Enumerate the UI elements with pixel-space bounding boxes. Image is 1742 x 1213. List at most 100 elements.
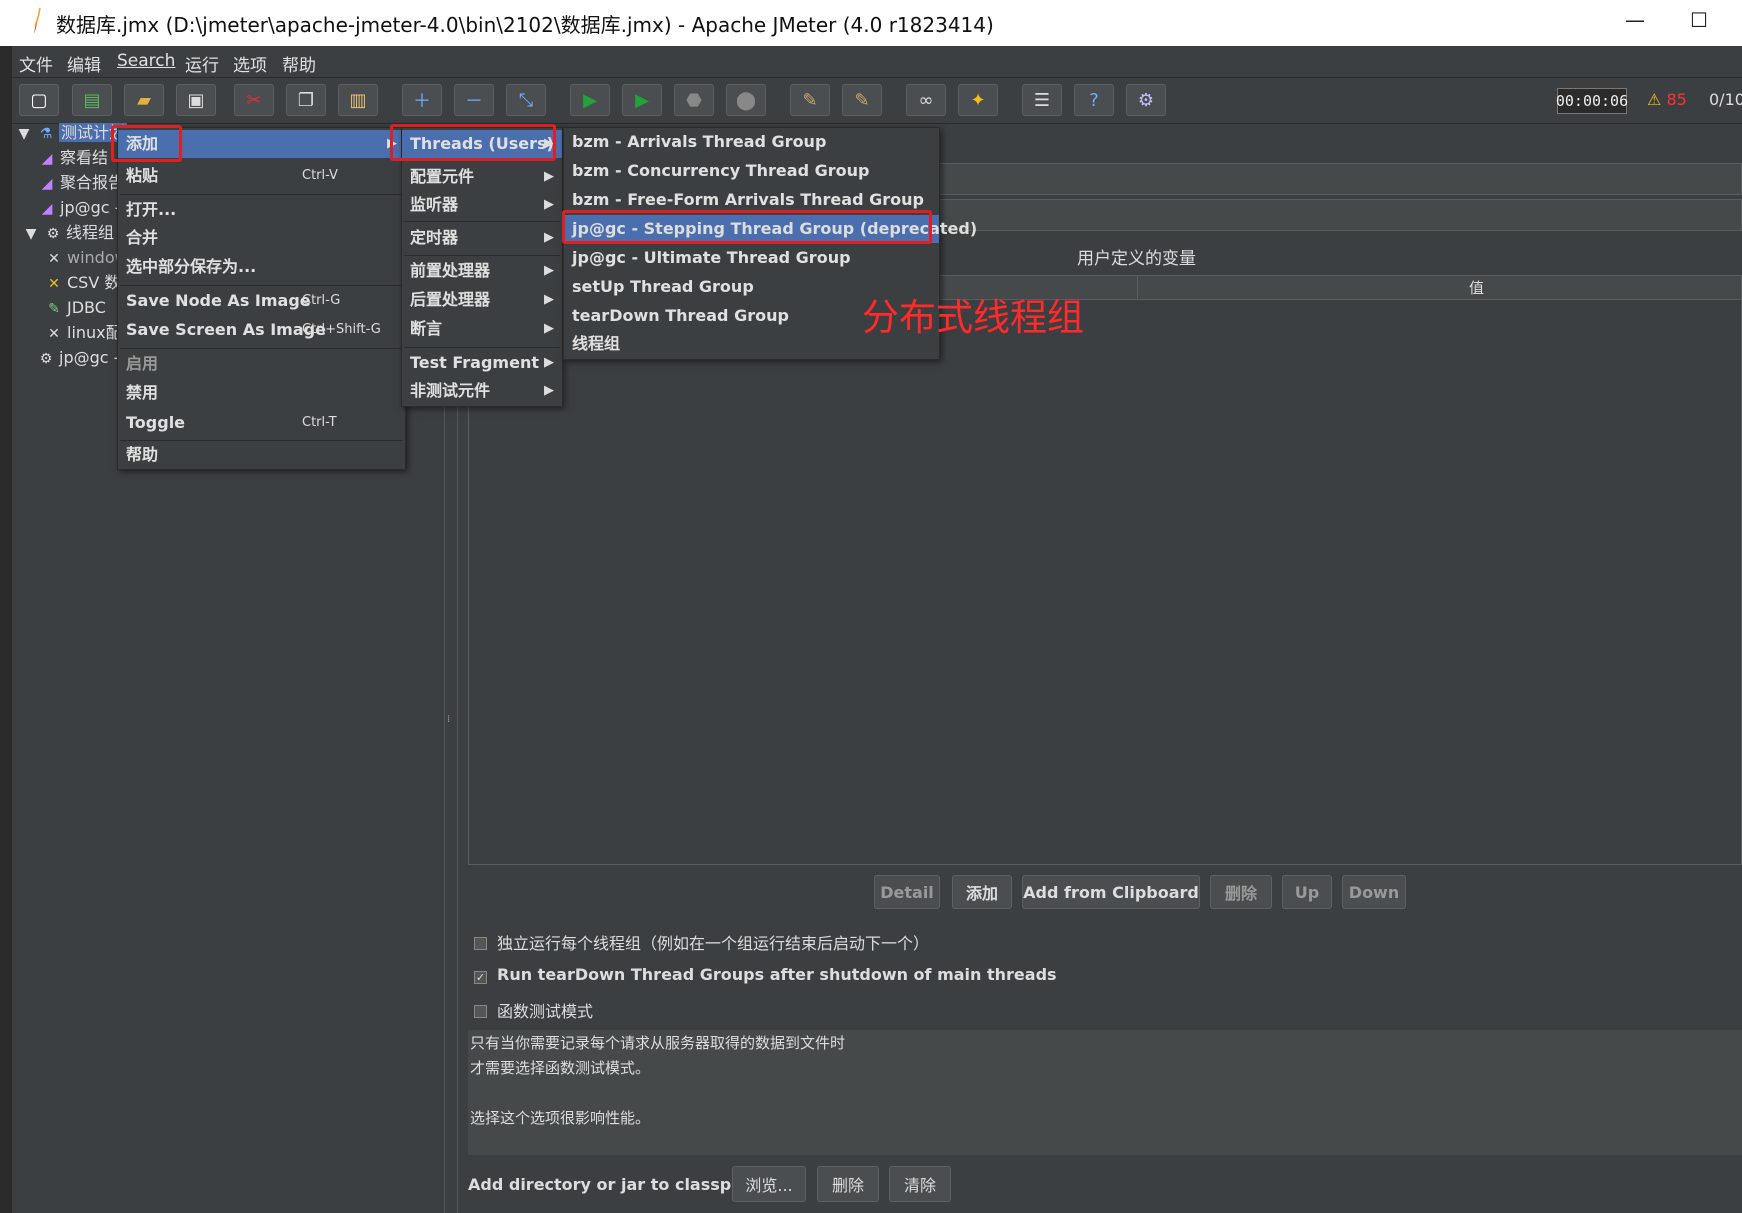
menu-file[interactable]: 文件 xyxy=(19,51,53,76)
menu-options[interactable]: 选项 xyxy=(233,51,267,76)
menu-item-save-selection[interactable]: 选中部分保存为... xyxy=(118,253,405,281)
name-field[interactable] xyxy=(935,163,1742,195)
tools-icon: ✕ xyxy=(48,251,60,267)
menu-item-label: setUp Thread Group xyxy=(572,277,754,296)
note-line: 才需要选择函数测试模式。 xyxy=(470,1059,651,1077)
start-button[interactable]: ▶ xyxy=(570,84,610,116)
menu-item-enable[interactable]: 启用 xyxy=(118,350,405,378)
left-edge xyxy=(0,46,12,1213)
menu-item-label: bzm - Arrivals Thread Group xyxy=(572,132,827,151)
classpath-delete-button[interactable]: 删除 xyxy=(817,1166,879,1202)
templates-button[interactable]: ▤ xyxy=(72,84,112,116)
reset-search-button[interactable]: ✦ xyxy=(958,84,998,116)
down-button[interactable]: Down xyxy=(1342,875,1406,909)
menu-item-post-processor[interactable]: 后置处理器 ▶ xyxy=(402,286,562,314)
serialize-threadgroups-checkbox[interactable]: 独立运行每个线程组（例如在一个组运行结束后启动下一个） xyxy=(474,930,929,954)
menu-item-arrivals-thread-group[interactable]: bzm - Arrivals Thread Group xyxy=(564,128,939,156)
tree-item-jdbc-request[interactable]: ✎ JDBC xyxy=(45,296,106,320)
expand-button[interactable]: ＋ xyxy=(402,84,442,116)
menu-item-assertion[interactable]: 断言 ▶ xyxy=(402,315,562,343)
tree-item-csv-config[interactable]: ✕ CSV 数 xyxy=(45,271,120,295)
checkbox-label: 函数测试模式 xyxy=(497,1002,594,1021)
menu-item-ultimate-thread-group[interactable]: jp@gc - Ultimate Thread Group xyxy=(564,244,939,272)
menu-edit[interactable]: 编辑 xyxy=(67,51,101,76)
toggle-button[interactable]: ⤡ xyxy=(506,84,546,116)
tree-item-thread-group[interactable]: ▼ ⚙ 线程组 xyxy=(22,221,114,245)
detail-button[interactable]: Detail xyxy=(874,875,940,909)
tree-item-linux-config[interactable]: ✕ linux配 xyxy=(45,321,122,345)
browse-button[interactable]: 浏览... xyxy=(732,1166,806,1202)
menu-item-timer[interactable]: 定时器 ▶ xyxy=(402,224,562,252)
start-no-pause-button[interactable]: ▶ xyxy=(622,84,662,116)
tree-item-label: jp@gc - xyxy=(59,348,120,367)
menu-item-toggle[interactable]: Toggle Ctrl-T xyxy=(118,409,405,437)
shutdown-button[interactable]: ⬤ xyxy=(726,84,766,116)
up-button[interactable]: Up xyxy=(1282,875,1332,909)
functional-mode-checkbox[interactable]: 函数测试模式 xyxy=(474,998,593,1022)
collapse-button[interactable]: － xyxy=(454,84,494,116)
clear-button[interactable]: ✎ xyxy=(790,84,830,116)
menu-item-test-fragment[interactable]: Test Fragment ▶ xyxy=(402,349,562,377)
value-column-header[interactable]: 值 xyxy=(1469,276,1484,300)
menu-item-save-node-image[interactable]: Save Node As Image Ctrl-G xyxy=(118,287,405,315)
toolbar: ▢ ▤ ▰ ▣ ✂ ❐ ▥ ＋ － ⤡ ▶ ▶ ⬣ ⬤ ✎ ✎ ∞ ✦ ☰ ? … xyxy=(12,78,1742,124)
help-button[interactable]: ? xyxy=(1074,84,1114,116)
tree-item-windows-config[interactable]: ✕ window xyxy=(45,246,128,270)
submenu-arrow-icon: ▶ xyxy=(544,321,554,336)
menu-search[interactable]: Search xyxy=(117,51,175,71)
menu-item-help[interactable]: 帮助 xyxy=(118,441,405,469)
teardown-on-shutdown-checkbox[interactable]: ✓ Run tearDown Thread Groups after shutdo… xyxy=(474,965,1057,984)
classpath-label: Add directory or jar to classpath xyxy=(468,1175,762,1194)
menu-item-config-element[interactable]: 配置元件 ▶ xyxy=(402,163,562,191)
menu-item-paste[interactable]: 粘贴 Ctrl-V xyxy=(118,162,405,190)
paste-button[interactable]: ▥ xyxy=(338,84,378,116)
variables-table[interactable]: 值 xyxy=(468,275,1742,865)
stop-button[interactable]: ⬣ xyxy=(674,84,714,116)
menu-run[interactable]: 运行 xyxy=(185,51,219,76)
tree-item-jpgc-thread-group[interactable]: ⚙ jp@gc - xyxy=(37,346,120,370)
checkbox-box[interactable] xyxy=(474,1005,487,1018)
clear-all-button[interactable]: ✎ xyxy=(842,84,882,116)
comments-field[interactable] xyxy=(935,199,1742,231)
tree-item-jpgc-listener[interactable]: ◢ jp@gc - xyxy=(38,196,121,220)
tree-item-results-tree[interactable]: ◢ 察看结 xyxy=(38,146,108,170)
checkbox-box[interactable] xyxy=(474,937,487,950)
new-button[interactable]: ▢ xyxy=(19,84,59,116)
submenu-arrow-icon: ▶ xyxy=(544,169,554,184)
copy-button[interactable]: ❐ xyxy=(286,84,326,116)
remote-button[interactable]: ⚙ xyxy=(1126,84,1166,116)
reset-search-icon: ✦ xyxy=(970,89,986,111)
menu-separator xyxy=(404,255,560,256)
classpath-clear-button[interactable]: 清除 xyxy=(889,1166,951,1202)
add-button[interactable]: 添加 xyxy=(952,875,1012,909)
highlight-add xyxy=(111,125,182,162)
menu-help[interactable]: 帮助 xyxy=(282,51,316,76)
function-helper-button[interactable]: ☰ xyxy=(1022,84,1062,116)
minimize-button[interactable]: — xyxy=(1625,8,1645,32)
tools-icon: ✕ xyxy=(48,276,60,292)
list-icon: ☰ xyxy=(1033,89,1051,111)
expand-arrow-icon: ▼ xyxy=(18,126,30,142)
save-button[interactable]: ▣ xyxy=(176,84,216,116)
cut-button[interactable]: ✂ xyxy=(234,84,274,116)
menu-item-listener[interactable]: 监听器 ▶ xyxy=(402,191,562,219)
search-button[interactable]: ∞ xyxy=(906,84,946,116)
maximize-button[interactable]: ☐ xyxy=(1690,8,1708,32)
menu-item-merge[interactable]: 合并 xyxy=(118,224,405,252)
open-button[interactable]: ▰ xyxy=(124,84,164,116)
menu-item-disable[interactable]: 禁用 xyxy=(118,379,405,407)
menu-item-open[interactable]: 打开... xyxy=(118,196,405,224)
menu-item-pre-processor[interactable]: 前置处理器 ▶ xyxy=(402,257,562,285)
gear-icon: ⚙ xyxy=(39,351,53,367)
add-from-clipboard-button[interactable]: Add from Clipboard xyxy=(1022,875,1200,909)
graph-icon: ◢ xyxy=(41,176,53,192)
tree-item-aggregate-report[interactable]: ◢ 聚合报告 xyxy=(38,171,124,195)
menu-item-non-test-elements[interactable]: 非测试元件 ▶ xyxy=(402,377,562,405)
menu-item-concurrency-thread-group[interactable]: bzm - Concurrency Thread Group xyxy=(564,157,939,185)
broom-all-icon: ✎ xyxy=(854,89,870,111)
menu-item-save-screen-image[interactable]: Save Screen As Image Ctrl+Shift-G xyxy=(118,316,405,344)
delete-button[interactable]: 删除 xyxy=(1210,875,1272,909)
checkbox-box[interactable]: ✓ xyxy=(474,971,487,984)
graph-icon: ◢ xyxy=(41,201,53,217)
warning-indicator[interactable]: ⚠ 85 xyxy=(1647,90,1687,109)
